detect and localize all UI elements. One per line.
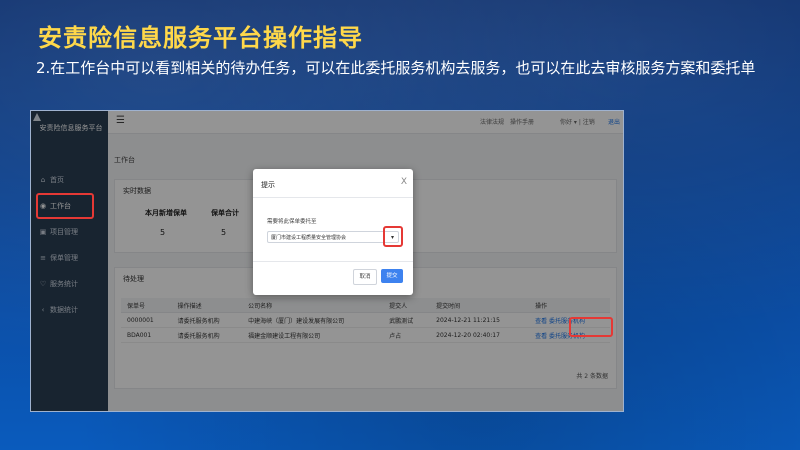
- divider: [253, 197, 413, 198]
- highlight-select-arrow: [383, 226, 403, 247]
- highlight-workbench: [36, 193, 94, 219]
- dialog-label: 需要将此保单委托至: [267, 219, 317, 225]
- highlight-delegate-action: [569, 317, 613, 337]
- slide-title: 安责险信息服务平台操作指导: [38, 24, 363, 52]
- app-screenshot: 安责险信息服务平台 ⌂ 首页 ◉ 工作台 ▣ 项目管理 ≡ 保单管理 ♡ 服务统计 ‹ 数据…: [30, 110, 624, 412]
- divider: [253, 261, 413, 262]
- cancel-button[interactable]: 取消: [353, 269, 377, 285]
- submit-button[interactable]: 提交: [381, 269, 403, 283]
- agency-select[interactable]: 厦门市建设工程质量安全管理协会 ▾: [267, 231, 399, 243]
- close-icon[interactable]: X: [401, 177, 407, 187]
- slide-description: 2.在工作台中可以看到相关的待办任务，可以在此委托服务机构去服务，也可以在此去审…: [36, 59, 756, 77]
- dialog-title: 提示: [261, 181, 275, 189]
- select-value: 厦门市建设工程质量安全管理协会: [271, 235, 347, 241]
- dialog: 提示 X 需要将此保单委托至 厦门市建设工程质量安全管理协会 ▾ 取消 提交: [253, 169, 413, 295]
